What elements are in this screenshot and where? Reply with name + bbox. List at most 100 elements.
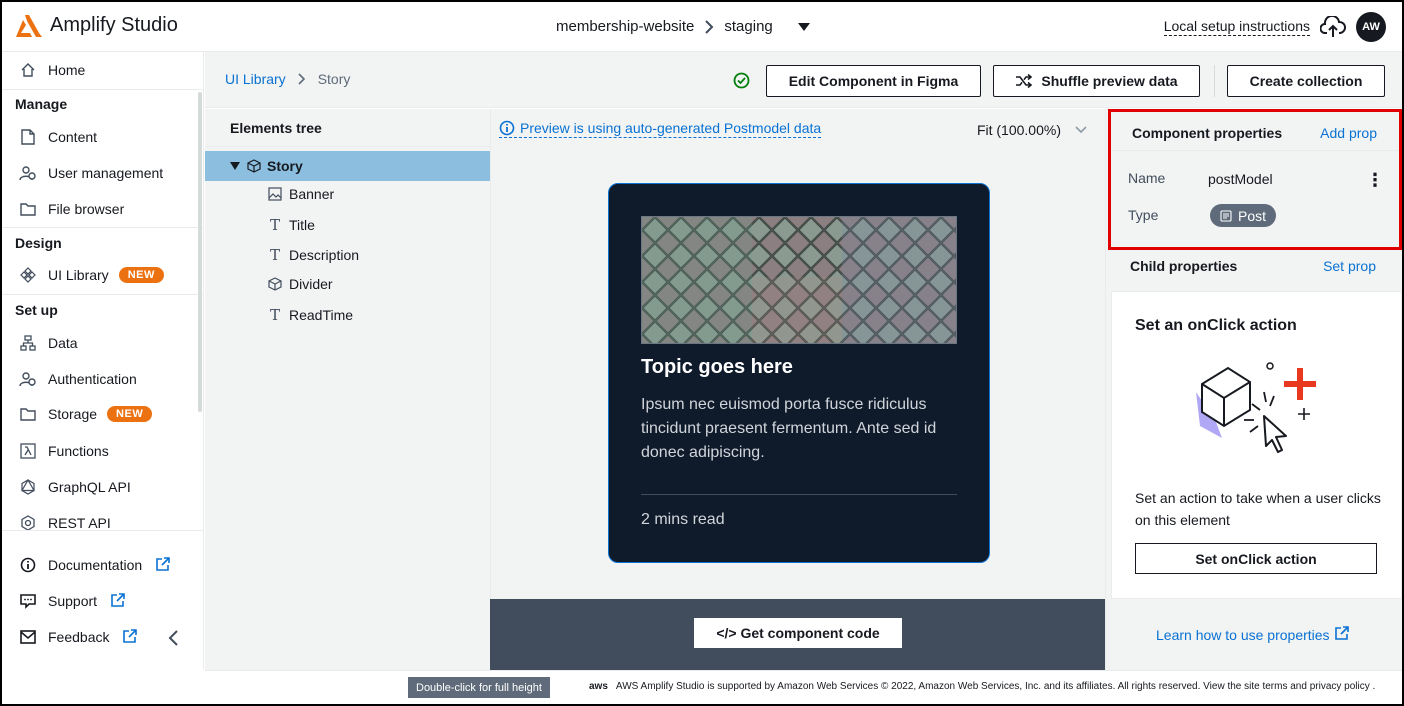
app-environment-selector[interactable]: membership-website staging — [556, 18, 811, 35]
sidebar-item-user-management[interactable]: User management — [18, 162, 163, 184]
support-icon — [18, 593, 38, 609]
top-bar: Amplify Studio membership-website stagin… — [2, 2, 1402, 52]
card-banner-image — [641, 216, 957, 344]
local-setup-link[interactable]: Local setup instructions — [1163, 18, 1310, 36]
caret-down-icon[interactable] — [229, 161, 241, 171]
roof-tiles-image — [642, 217, 956, 343]
set-onclick-action-button[interactable]: Set onClick action — [1135, 543, 1377, 574]
zoom-value: Fit (100.00%) — [976, 122, 1061, 138]
component-cube-icon — [267, 277, 283, 291]
sidebar: Home Manage Content User management File… — [2, 52, 204, 670]
tree-node-label: Title — [289, 217, 315, 233]
sidebar-item-data[interactable]: Data — [18, 332, 78, 354]
folder-icon — [18, 407, 38, 421]
section-setup: Set up — [15, 302, 58, 318]
prop-type-badge: Post — [1210, 204, 1277, 227]
tree-node-readtime[interactable]: T ReadTime — [267, 306, 353, 324]
text-icon: T — [269, 306, 280, 324]
check-circle-icon — [733, 72, 750, 89]
preview-data-info[interactable]: Preview is using auto-generated Postmode… — [499, 120, 822, 138]
sidebar-item-label: Authentication — [48, 371, 137, 387]
set-prop-link[interactable]: Set prop — [1323, 258, 1376, 274]
zoom-select[interactable]: Fit (100.00%) — [977, 122, 1087, 138]
prop-type-label: Type — [1128, 207, 1159, 223]
add-prop-link[interactable]: Add prop — [1320, 125, 1377, 141]
tree-node-title[interactable]: T Title — [267, 216, 315, 234]
section-design: Design — [15, 235, 62, 251]
tree-node-divider[interactable]: Divider — [267, 276, 333, 292]
click-action-illustration-icon — [1196, 362, 1316, 453]
external-link-icon — [123, 628, 138, 646]
learn-properties-label: Learn how to use properties — [1156, 626, 1330, 643]
tree-node-label: Story — [267, 158, 303, 174]
sidebar-item-label: Content — [48, 129, 98, 145]
text-icon: T — [269, 216, 280, 234]
breadcrumb-current: Story — [317, 71, 351, 87]
properties-panel: Component properties Add prop Name postM… — [1105, 109, 1402, 670]
collapse-sidebar-icon[interactable] — [167, 630, 179, 646]
home-icon — [18, 62, 38, 78]
shuffle-icon — [1016, 74, 1033, 88]
aws-logo: aws — [589, 681, 608, 692]
sidebar-item-label: GraphQL API — [48, 479, 131, 495]
tree-node-banner[interactable]: Banner — [267, 186, 334, 202]
sidebar-item-ui-library[interactable]: UI Library NEW — [18, 264, 164, 286]
get-component-code-button[interactable]: </> Get component code — [694, 618, 902, 648]
footer-text: AWS Amplify Studio is supported by Amazo… — [615, 681, 1376, 692]
onclick-description: Set an action to take when a user clicks… — [1135, 490, 1381, 528]
sidebar-item-file-browser[interactable]: File browser — [18, 198, 124, 220]
sidebar-item-functions[interactable]: Functions — [18, 440, 109, 462]
tree-node-description[interactable]: T Description — [267, 246, 359, 264]
edit-in-figma-button[interactable]: Edit Component in Figma — [766, 65, 981, 97]
chevron-right-icon — [298, 73, 305, 85]
sidebar-scrollbar[interactable] — [198, 92, 202, 412]
divider — [2, 530, 204, 531]
data-model-icon — [18, 335, 38, 351]
avatar[interactable]: AW — [1356, 12, 1386, 42]
preview-card[interactable]: Topic goes here Ipsum nec euismod porta … — [608, 183, 990, 563]
footer-copyright: aws AWS Amplify Studio is supported by A… — [589, 681, 1375, 692]
tree-node-story[interactable]: Story — [205, 151, 490, 181]
cloud-upload-icon[interactable] — [1320, 16, 1346, 38]
divider — [2, 227, 204, 228]
image-icon — [267, 187, 283, 201]
amplify-logo-icon — [16, 14, 42, 37]
model-icon — [1220, 209, 1232, 222]
more-options-icon[interactable]: ⋮ — [1366, 170, 1384, 191]
sidebar-item-label: User management — [48, 165, 164, 181]
sidebar-item-label: Documentation — [48, 557, 143, 573]
code-bar: </> Get component code — [490, 599, 1105, 670]
component-properties-section: Component properties Add prop Name postM… — [1108, 109, 1402, 250]
document-icon — [18, 129, 38, 145]
onclick-title: Set an onClick action — [1135, 317, 1297, 334]
shuffle-preview-button[interactable]: Shuffle preview data — [993, 65, 1200, 97]
sidebar-item-label: Functions — [48, 443, 109, 459]
create-collection-button[interactable]: Create collection — [1227, 65, 1385, 97]
external-link-icon — [111, 592, 125, 610]
breadcrumb-ui-library[interactable]: UI Library — [225, 71, 286, 87]
sidebar-item-graphql-api[interactable]: GraphQL API — [18, 476, 131, 498]
child-properties-heading: Child properties — [1130, 258, 1238, 274]
api-gear-icon — [18, 515, 38, 531]
environment-label: staging — [724, 18, 773, 35]
page-header: UI Library Story Edit Component in Figma… — [205, 52, 1402, 108]
sidebar-item-feedback[interactable]: Feedback — [18, 626, 138, 648]
sidebar-item-home[interactable]: Home — [18, 59, 85, 81]
tree-node-label: ReadTime — [289, 307, 354, 323]
sidebar-item-authentication[interactable]: Authentication — [18, 368, 137, 390]
sidebar-item-documentation[interactable]: Documentation — [18, 554, 170, 576]
card-read-time: 2 mins read — [641, 511, 725, 528]
sidebar-item-content[interactable]: Content — [18, 126, 97, 148]
chevron-right-icon — [705, 19, 714, 34]
learn-properties-link[interactable]: Learn how to use properties — [1156, 626, 1349, 643]
resize-tooltip: Double-click for full height — [408, 677, 550, 698]
sidebar-item-storage[interactable]: Storage NEW — [18, 403, 153, 425]
preview-data-info-label: Preview is using auto-generated Postmode… — [520, 120, 822, 136]
app-logo[interactable]: Amplify Studio — [16, 14, 178, 37]
sidebar-item-support[interactable]: Support — [18, 590, 125, 612]
onclick-action-card: Set an onClick action Set an action to t… — [1111, 291, 1402, 599]
component-cube-icon — [247, 159, 261, 173]
divider — [1214, 65, 1215, 97]
sidebar-item-label: Home — [48, 62, 86, 78]
shuffle-label: Shuffle preview data — [1041, 73, 1178, 89]
